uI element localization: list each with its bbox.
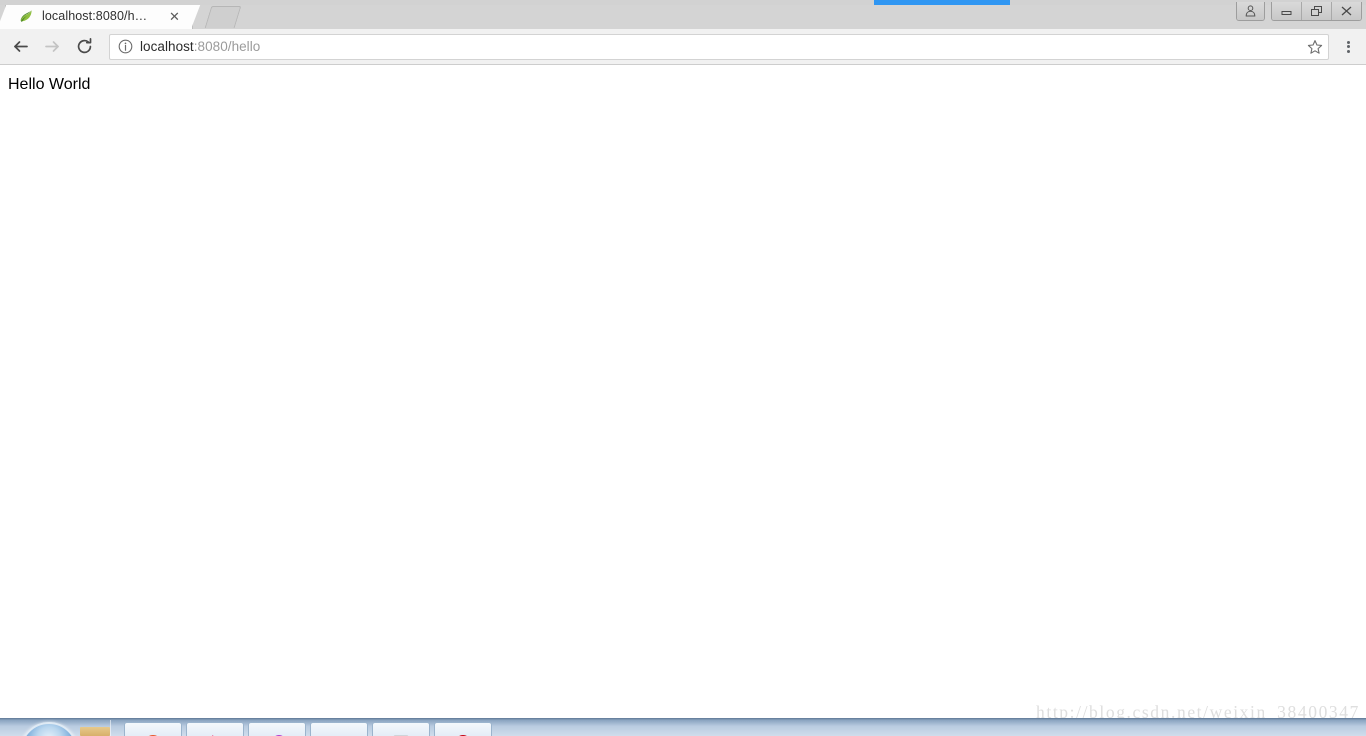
- blog-watermark: http://blog.csdn.net/weixin_38400347: [1036, 702, 1360, 718]
- close-icon: [1340, 5, 1353, 17]
- address-bar[interactable]: localhost:8080/hello: [109, 34, 1329, 60]
- forward-button: [38, 32, 67, 61]
- taskbar-app-icon: [452, 729, 474, 736]
- browser-tab[interactable]: localhost:8080/hello ✕: [6, 3, 192, 29]
- page-load-progress-track: [0, 0, 1366, 5]
- maximize-restore-button[interactable]: [1302, 2, 1332, 20]
- arrow-left-icon: [11, 37, 30, 56]
- menu-dot: [1347, 41, 1350, 44]
- taskbar-app-icon: [142, 729, 164, 736]
- reload-icon: [75, 37, 94, 56]
- taskbar-item-4[interactable]: [310, 722, 368, 736]
- start-button[interactable]: [20, 722, 78, 736]
- new-tab-shape: [205, 6, 242, 28]
- tab-title: localhost:8080/hello: [42, 9, 154, 23]
- taskbar-app-icon: [390, 729, 412, 736]
- browser-toolbar: localhost:8080/hello: [0, 29, 1366, 65]
- taskbar-item-3[interactable]: [248, 722, 306, 736]
- address-bar-url: localhost:8080/hello: [140, 39, 260, 54]
- reload-button[interactable]: [70, 32, 99, 61]
- restore-window-icon: [1310, 5, 1323, 17]
- taskbar-app-icon: [266, 729, 288, 736]
- info-circle-icon[interactable]: [118, 39, 133, 54]
- browser-window: localhost:8080/hello ✕: [0, 0, 1366, 736]
- three-dots-icon: [1347, 39, 1350, 54]
- taskbar-item-5[interactable]: [372, 722, 430, 736]
- new-tab-button[interactable]: [208, 6, 250, 29]
- minimize-icon: [1280, 7, 1293, 16]
- back-button[interactable]: [6, 32, 35, 61]
- spring-leaf-icon: [18, 8, 34, 24]
- address-bar-path: :8080/hello: [194, 39, 261, 54]
- minimize-button[interactable]: [1272, 2, 1302, 20]
- taskbar-app-icon: [328, 729, 350, 736]
- taskbar-item-1[interactable]: [124, 722, 182, 736]
- quicklaunch-item[interactable]: [80, 727, 110, 736]
- windows-taskbar: [0, 718, 1366, 736]
- window-controls: [1236, 2, 1362, 21]
- profile-button-group: [1236, 2, 1265, 21]
- window-button-group: [1271, 2, 1362, 21]
- arrow-right-icon: [43, 37, 62, 56]
- star-icon: [1307, 39, 1323, 55]
- chrome-menu-button[interactable]: [1333, 32, 1363, 61]
- close-button[interactable]: [1332, 2, 1361, 20]
- menu-dot: [1347, 45, 1350, 48]
- page-viewport: Hello World http://blog.csdn.net/weixin_…: [0, 66, 1366, 718]
- tab-close-icon[interactable]: ✕: [167, 9, 182, 24]
- page-load-progress-fill: [874, 0, 1010, 5]
- menu-dot: [1347, 50, 1350, 53]
- person-icon: [1245, 5, 1256, 17]
- taskbar-app-icon: [204, 729, 226, 736]
- taskbar-divider: [110, 720, 111, 736]
- taskbar-item-6[interactable]: [434, 722, 492, 736]
- address-bar-host: localhost: [140, 39, 194, 54]
- profile-avatar-button[interactable]: [1237, 2, 1264, 20]
- bookmark-star-button[interactable]: [1301, 34, 1329, 60]
- page-body-text: Hello World: [8, 76, 90, 94]
- taskbar-item-2[interactable]: [186, 722, 244, 736]
